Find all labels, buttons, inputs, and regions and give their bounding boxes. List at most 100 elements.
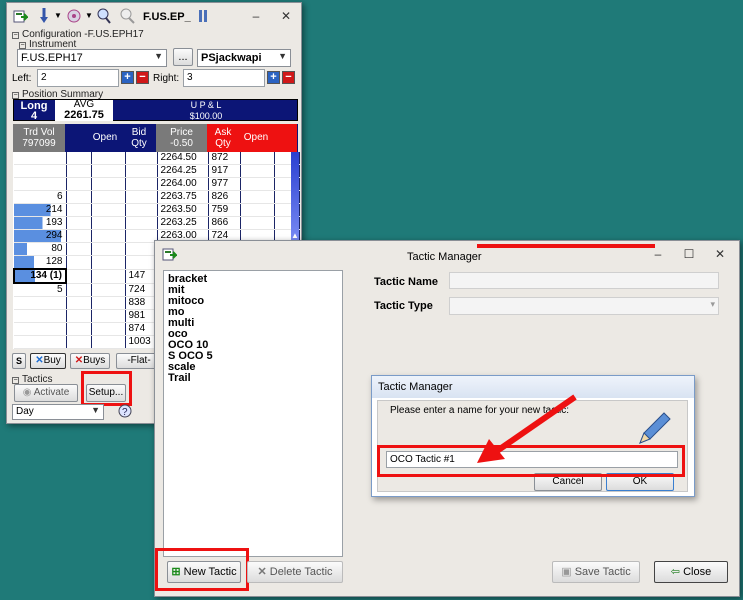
account-select[interactable]: PSjackwapi ▼ bbox=[197, 49, 291, 67]
save-tactic-button[interactable]: ▣ Save Tactic bbox=[552, 561, 640, 583]
trd-vol-cell[interactable]: 6 bbox=[14, 190, 67, 205]
blank-cell[interactable] bbox=[66, 269, 92, 284]
price-cell[interactable]: 2263.50 bbox=[157, 203, 209, 218]
right-field[interactable]: 3 bbox=[183, 69, 265, 87]
blank-cell[interactable] bbox=[66, 296, 92, 311]
left-plus-button[interactable]: + bbox=[121, 71, 134, 84]
bid-qty-cell[interactable] bbox=[125, 216, 158, 231]
ask-qty-cell[interactable]: 826 bbox=[208, 190, 241, 205]
bid-qty-cell[interactable]: 724 bbox=[125, 283, 158, 298]
minimize-button[interactable]: – bbox=[247, 8, 265, 24]
ask-open-cell[interactable] bbox=[240, 164, 275, 179]
settings-icon[interactable] bbox=[65, 7, 83, 25]
trd-vol-cell[interactable] bbox=[14, 335, 67, 350]
ask-open-cell[interactable] bbox=[240, 190, 275, 205]
ask-open-cell[interactable] bbox=[240, 216, 275, 231]
trd-vol-cell[interactable] bbox=[14, 164, 67, 179]
bid-qty-cell[interactable]: 147 bbox=[125, 269, 158, 284]
blank-cell[interactable] bbox=[66, 283, 92, 298]
tactic-list[interactable]: bracket mit mitoco mo multi oco OCO 10 S OCO 5s… bbox=[163, 270, 343, 557]
ask-qty-cell[interactable]: 866 bbox=[208, 216, 241, 231]
blank-cell[interactable] bbox=[66, 255, 92, 270]
bid-open-cell[interactable] bbox=[91, 216, 126, 231]
bid-open-cell[interactable] bbox=[91, 152, 126, 166]
trd-vol-cell[interactable] bbox=[14, 322, 67, 337]
trd-vol-cell[interactable] bbox=[14, 296, 67, 311]
trd-vol-cell[interactable]: 214 bbox=[14, 203, 67, 218]
chevron-down-icon[interactable]: ▼ bbox=[85, 11, 93, 20]
blank-cell[interactable] bbox=[66, 322, 92, 337]
bid-open-cell[interactable] bbox=[91, 190, 126, 205]
bid-open-cell[interactable] bbox=[91, 335, 126, 350]
bid-qty-cell[interactable]: 981 bbox=[125, 309, 158, 324]
blank-cell[interactable] bbox=[66, 164, 92, 179]
table-row[interactable]: 2264.00 977 bbox=[14, 177, 300, 192]
list-item[interactable]: mitoco bbox=[168, 296, 338, 307]
table-row[interactable]: 2264.25 917 bbox=[14, 164, 300, 179]
minimize-button[interactable]: – bbox=[649, 246, 667, 262]
bid-open-cell[interactable] bbox=[91, 322, 126, 337]
tactic-type-select[interactable]: ▾ bbox=[449, 297, 719, 315]
close-tactic-button[interactable]: ⇦ Close bbox=[654, 561, 728, 583]
bid-open-cell[interactable] bbox=[91, 229, 126, 244]
table-row[interactable]: 214 2263.50 759 bbox=[14, 203, 300, 218]
right-minus-button[interactable]: − bbox=[282, 71, 295, 84]
delete-tactic-button[interactable]: ✕ Delete Tactic bbox=[247, 561, 343, 583]
bid-open-cell[interactable] bbox=[91, 296, 126, 311]
ask-open-cell[interactable] bbox=[240, 203, 275, 218]
trd-vol-cell[interactable]: 5 bbox=[14, 283, 67, 298]
bid-open-cell[interactable] bbox=[91, 255, 126, 270]
blank-cell[interactable] bbox=[66, 190, 92, 205]
price-cell[interactable]: 2263.75 bbox=[157, 190, 209, 205]
right-plus-button[interactable]: + bbox=[267, 71, 280, 84]
bid-qty-cell[interactable]: 1003 bbox=[125, 335, 158, 350]
ask-qty-cell[interactable]: 872 bbox=[208, 152, 241, 166]
bid-open-cell[interactable] bbox=[91, 242, 126, 257]
trd-vol-cell[interactable] bbox=[14, 309, 67, 324]
left-field[interactable]: 2 bbox=[37, 69, 119, 87]
ask-qty-cell[interactable]: 759 bbox=[208, 203, 241, 218]
bid-open-cell[interactable] bbox=[91, 164, 126, 179]
ask-qty-cell[interactable]: 977 bbox=[208, 177, 241, 192]
price-cell[interactable]: 2264.50 bbox=[157, 152, 209, 166]
bid-qty-cell[interactable] bbox=[125, 229, 158, 244]
close-button[interactable]: ✕ bbox=[711, 246, 729, 262]
trd-vol-cell[interactable]: 193 bbox=[14, 216, 67, 231]
table-row[interactable]: 193 2263.25 866 bbox=[14, 216, 300, 231]
s-button[interactable]: S bbox=[12, 353, 26, 369]
list-item[interactable]: scale bbox=[168, 362, 338, 373]
close-button[interactable]: ✕ bbox=[277, 8, 295, 24]
ask-open-cell[interactable] bbox=[240, 177, 275, 192]
blank-cell[interactable] bbox=[66, 309, 92, 324]
scroll-up-icon[interactable]: ▲ bbox=[291, 231, 299, 240]
chevron-down-icon[interactable]: ▼ bbox=[54, 11, 62, 20]
bid-open-cell[interactable] bbox=[91, 177, 126, 192]
bid-qty-cell[interactable] bbox=[125, 190, 158, 205]
maximize-button[interactable]: ☐ bbox=[680, 246, 698, 262]
trd-vol-cell[interactable]: 134 (1) bbox=[13, 268, 67, 285]
pin-icon[interactable] bbox=[37, 7, 51, 25]
bid-qty-cell[interactable] bbox=[125, 164, 158, 179]
left-minus-button[interactable]: − bbox=[136, 71, 149, 84]
table-row[interactable]: 2264.50 872 bbox=[14, 152, 300, 166]
bid-open-cell[interactable] bbox=[91, 283, 126, 298]
ask-qty-cell[interactable]: 917 bbox=[208, 164, 241, 179]
ask-open-cell[interactable] bbox=[240, 152, 275, 166]
price-cell[interactable]: 2264.00 bbox=[157, 177, 209, 192]
bid-qty-cell[interactable] bbox=[125, 255, 158, 270]
bid-qty-cell[interactable]: 874 bbox=[125, 322, 158, 337]
search-icon[interactable] bbox=[96, 7, 112, 25]
blank-cell[interactable] bbox=[66, 229, 92, 244]
list-item[interactable]: multi bbox=[168, 318, 338, 329]
bid-qty-cell[interactable]: 838 bbox=[125, 296, 158, 311]
browse-button[interactable]: ... bbox=[173, 48, 193, 66]
blank-cell[interactable] bbox=[66, 203, 92, 218]
bid-open-cell[interactable] bbox=[91, 309, 126, 324]
list-item[interactable]: bracket bbox=[168, 274, 338, 285]
export-icon[interactable] bbox=[12, 8, 28, 24]
list-item[interactable]: Trail bbox=[168, 373, 338, 384]
price-cell[interactable]: 2263.25 bbox=[157, 216, 209, 231]
bid-qty-cell[interactable] bbox=[125, 177, 158, 192]
bid-open-cell[interactable] bbox=[91, 269, 126, 284]
buy-button[interactable]: ✕Buy bbox=[30, 353, 66, 369]
